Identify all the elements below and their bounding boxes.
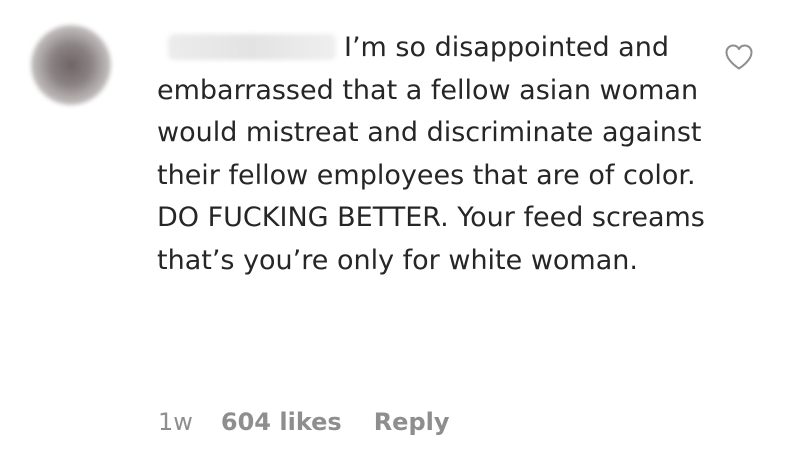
like-icon-graphic <box>725 44 753 70</box>
comment-text: I’m so disappointed and embarrassed that… <box>157 32 714 276</box>
heart-icon[interactable] <box>724 43 754 71</box>
timestamp: 1w <box>158 408 193 436</box>
reply-button[interactable]: Reply <box>374 408 450 436</box>
avatar[interactable] <box>31 25 111 105</box>
comment-item: I’m so disappointed and embarrassed that… <box>0 0 800 454</box>
comment-meta: 1w 604 likes Reply <box>158 404 450 440</box>
likes-count[interactable]: 604 likes <box>221 408 342 436</box>
